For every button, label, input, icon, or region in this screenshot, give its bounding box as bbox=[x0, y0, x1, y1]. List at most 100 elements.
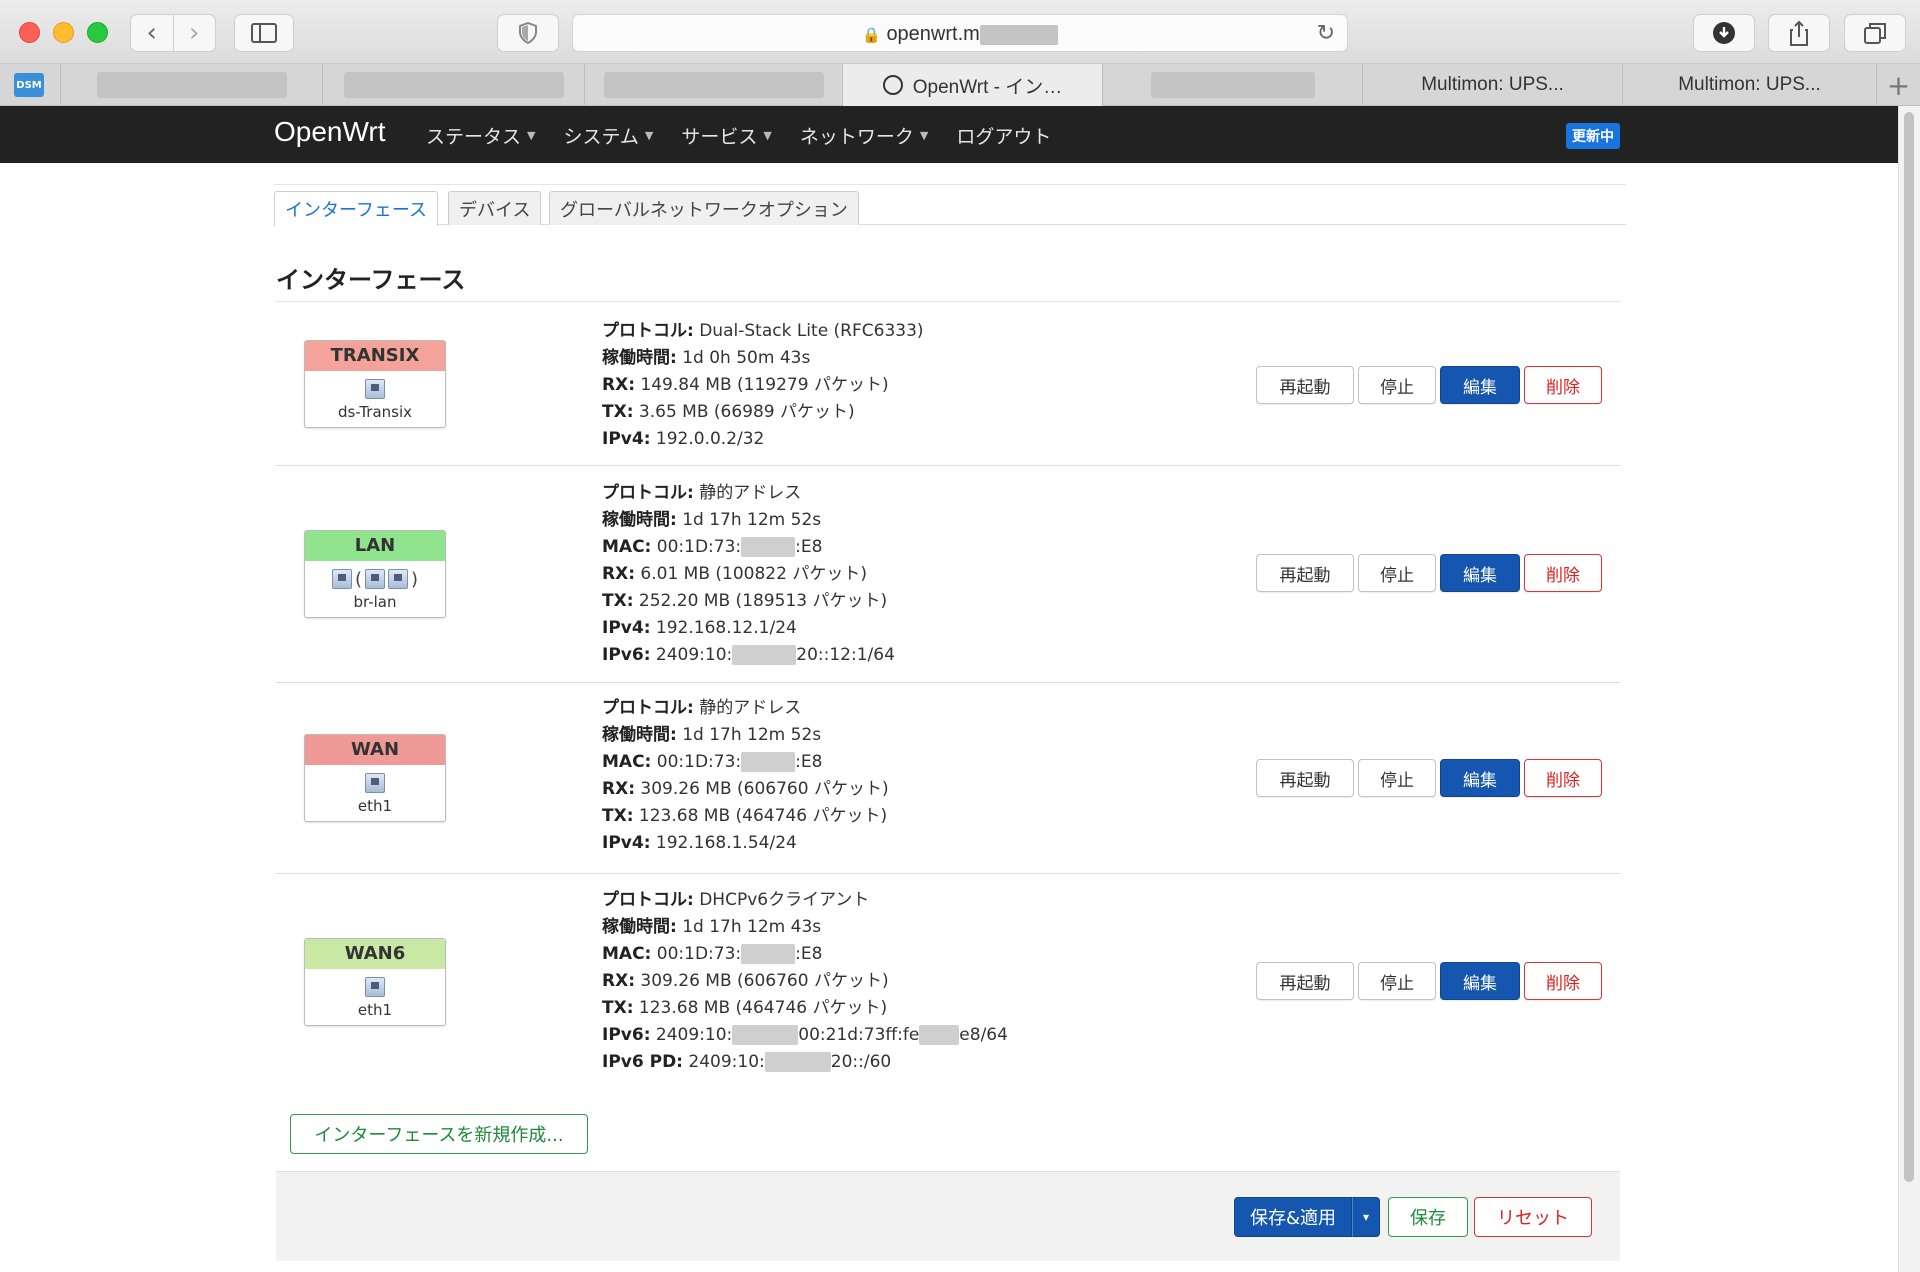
delete-button[interactable]: 削除 bbox=[1524, 962, 1602, 1000]
protocol-label: プロトコル: bbox=[602, 698, 694, 718]
page-scrollbar[interactable] bbox=[1898, 106, 1920, 1272]
delete-button[interactable]: 削除 bbox=[1524, 366, 1602, 404]
menu-network[interactable]: ネットワーク ▼ bbox=[800, 122, 928, 149]
interface-badge[interactable]: WAN6 eth1 bbox=[304, 938, 446, 1026]
ipv4-value: 192.168.1.54/24 bbox=[655, 833, 797, 853]
browser-tab[interactable] bbox=[322, 64, 584, 106]
rx-label: RX: bbox=[602, 564, 635, 584]
mac-prefix: 00:1D:73: bbox=[656, 752, 742, 772]
interface-name: WAN bbox=[305, 735, 445, 765]
ipv6-prefix: 2409:10: bbox=[655, 645, 733, 665]
address-bar[interactable]: 🔒 openwrt.m ↻ bbox=[572, 14, 1348, 52]
rx-label: RX: bbox=[602, 971, 635, 991]
save-button[interactable]: 保存 bbox=[1388, 1197, 1468, 1237]
restart-button[interactable]: 再起動 bbox=[1256, 366, 1354, 404]
interface-info: プロトコル: DHCPv6クライアント 稼働時間: 1d 17h 12m 43s… bbox=[602, 887, 1008, 1076]
menu-logout[interactable]: ログアウト bbox=[956, 122, 1051, 149]
edit-button[interactable]: 編集 bbox=[1440, 366, 1520, 404]
browser-tab[interactable]: Multimon: UPS... bbox=[1622, 64, 1876, 106]
device-name: eth1 bbox=[357, 1001, 393, 1019]
interface-row-wan6: WAN6 eth1 プロトコル: DHCPv6クライアント 稼働時間: 1d 1… bbox=[276, 874, 1620, 1092]
ipv6-redacted bbox=[732, 1025, 799, 1045]
save-apply-dropdown-icon[interactable]: ▾ bbox=[1352, 1197, 1380, 1237]
tunnel-device-icon bbox=[365, 379, 385, 399]
ethernet-port-icon bbox=[365, 977, 385, 997]
interface-badge[interactable]: WAN eth1 bbox=[304, 734, 446, 822]
share-button[interactable] bbox=[1768, 14, 1830, 52]
tab-global-options[interactable]: グローバルネットワークオプション bbox=[549, 191, 859, 225]
tabs-icon bbox=[1864, 23, 1886, 44]
delete-button[interactable]: 削除 bbox=[1524, 759, 1602, 797]
downloads-button[interactable] bbox=[1693, 14, 1755, 52]
stop-button[interactable]: 停止 bbox=[1358, 366, 1436, 404]
ipv6-label: IPv6: bbox=[602, 1025, 651, 1045]
zoom-window-button[interactable] bbox=[87, 22, 108, 43]
brand-logo[interactable]: OpenWrt bbox=[274, 116, 386, 148]
history-nav: ‹ › bbox=[130, 14, 216, 52]
interface-badge[interactable]: TRANSIX ds-Transix bbox=[304, 340, 446, 428]
interface-badge[interactable]: LAN ( ) br-lan bbox=[304, 530, 446, 618]
menu-system[interactable]: システム ▼ bbox=[563, 122, 653, 149]
url-text: openwrt.m bbox=[886, 23, 980, 45]
edit-button[interactable]: 編集 bbox=[1440, 962, 1520, 1000]
protocol-value: DHCPv6クライアント bbox=[699, 890, 870, 910]
sidebar-toggle-button[interactable] bbox=[234, 14, 294, 52]
restart-button[interactable]: 再起動 bbox=[1256, 554, 1354, 592]
minimize-window-button[interactable] bbox=[53, 22, 74, 43]
mac-prefix: 00:1D:73: bbox=[656, 537, 742, 557]
menu-label: ステータス bbox=[426, 126, 522, 148]
stop-button[interactable]: 停止 bbox=[1358, 962, 1436, 1000]
reset-button[interactable]: リセット bbox=[1474, 1197, 1592, 1237]
save-apply-button[interactable]: 保存&適用 bbox=[1234, 1197, 1352, 1237]
ethernet-port-icon bbox=[365, 569, 385, 589]
protocol-label: プロトコル: bbox=[602, 483, 694, 503]
scrollbar-thumb[interactable] bbox=[1904, 112, 1914, 1182]
device-icons: ( ) bbox=[305, 567, 445, 591]
mac-suffix: :E8 bbox=[795, 537, 823, 557]
rx-value: 6.01 MB (100822 パケット) bbox=[640, 564, 867, 584]
stop-button[interactable]: 停止 bbox=[1358, 759, 1436, 797]
ipv4-label: IPv4: bbox=[602, 429, 651, 449]
sidebar-icon bbox=[251, 23, 277, 43]
browser-tab[interactable]: Multimon: UPS... bbox=[1362, 64, 1622, 106]
back-icon[interactable]: ‹ bbox=[131, 15, 173, 51]
menu-status[interactable]: ステータス ▼ bbox=[426, 122, 535, 149]
mac-prefix: 00:1D:73: bbox=[656, 944, 742, 964]
browser-tab[interactable] bbox=[60, 64, 322, 106]
tab-overview-button[interactable] bbox=[1844, 14, 1906, 52]
uptime-label: 稼働時間: bbox=[602, 510, 677, 530]
browser-tab[interactable] bbox=[584, 64, 842, 106]
menu-services[interactable]: サービス ▼ bbox=[681, 122, 771, 149]
openwrt-header: OpenWrt ステータス ▼ システム ▼ サービス ▼ ネットワーク ▼ ログアウト… bbox=[0, 106, 1898, 163]
tx-value: 123.68 MB (464746 パケット) bbox=[638, 998, 888, 1018]
caret-down-icon: ▼ bbox=[644, 129, 654, 142]
menu-label: ログアウト bbox=[956, 126, 1052, 148]
close-window-button[interactable] bbox=[19, 22, 40, 43]
restart-button[interactable]: 再起動 bbox=[1256, 759, 1354, 797]
edit-button[interactable]: 編集 bbox=[1440, 759, 1520, 797]
rx-value: 309.26 MB (606760 パケット) bbox=[640, 971, 889, 991]
tab-redacted bbox=[603, 72, 824, 98]
reload-icon[interactable]: ↻ bbox=[1317, 21, 1335, 46]
uptime-label: 稼働時間: bbox=[602, 348, 677, 368]
browser-tab-active[interactable]: OpenWrt - イン… bbox=[842, 64, 1102, 106]
ipv6-suffix: e8/64 bbox=[959, 1025, 1008, 1045]
privacy-report-button[interactable] bbox=[497, 14, 559, 52]
mac-label: MAC: bbox=[602, 944, 652, 964]
forward-icon[interactable]: › bbox=[172, 15, 216, 51]
restart-button[interactable]: 再起動 bbox=[1256, 962, 1354, 1000]
dsm-favicon-icon[interactable]: DSM bbox=[14, 73, 44, 97]
stop-button[interactable]: 停止 bbox=[1358, 554, 1436, 592]
delete-button[interactable]: 削除 bbox=[1524, 554, 1602, 592]
interface-row-lan: LAN ( ) br-lan プロトコル: 静的アドレス 稼働時間: 1d 17… bbox=[276, 466, 1620, 683]
add-interface-button[interactable]: インターフェースを新規作成... bbox=[290, 1114, 588, 1154]
rx-value: 309.26 MB (606760 パケット) bbox=[640, 779, 889, 799]
tab-interfaces[interactable]: インターフェース bbox=[274, 191, 439, 226]
tab-title: Multimon: UPS... bbox=[1678, 74, 1821, 95]
edit-button[interactable]: 編集 bbox=[1440, 554, 1520, 592]
uptime-label: 稼働時間: bbox=[602, 725, 677, 745]
new-tab-button[interactable]: + bbox=[1876, 64, 1920, 106]
tab-devices[interactable]: デバイス bbox=[448, 191, 542, 225]
browser-tab[interactable] bbox=[1102, 64, 1362, 106]
refreshing-badge[interactable]: 更新中 bbox=[1566, 123, 1620, 149]
